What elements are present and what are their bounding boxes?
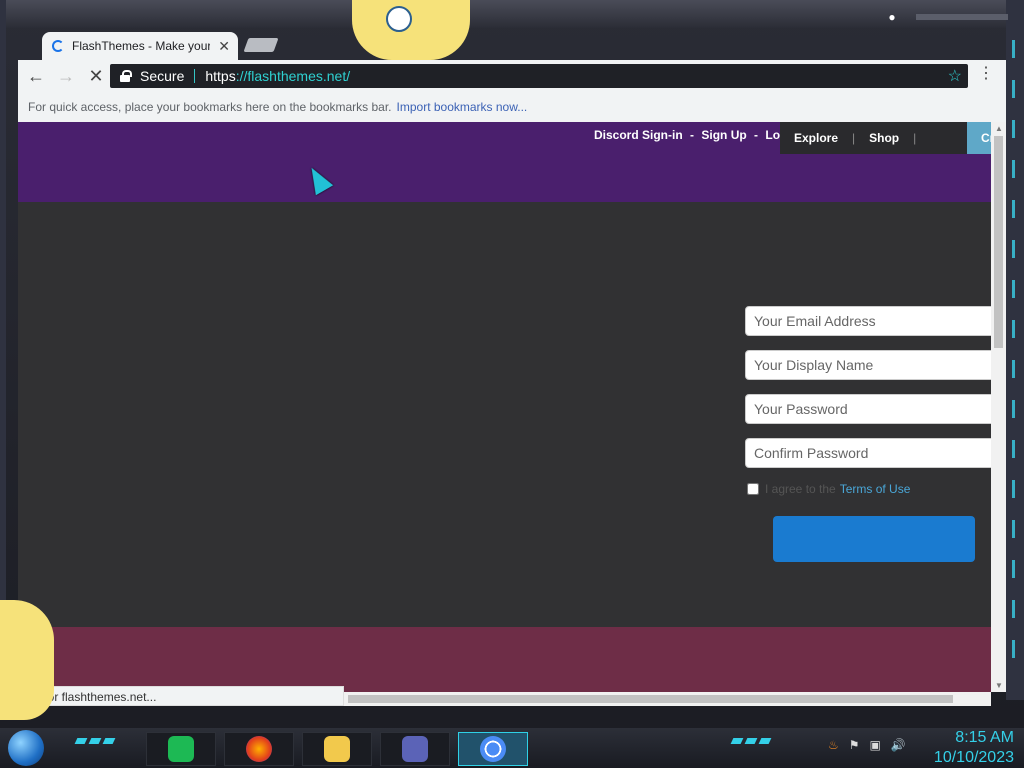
loading-icon: [52, 40, 64, 52]
top-nav: Explore | Shop |: [780, 122, 968, 154]
java-icon[interactable]: ♨: [828, 738, 839, 752]
url-scheme: https: [205, 68, 236, 84]
close-tab-icon[interactable]: ✕: [218, 38, 230, 55]
start-button[interactable]: [8, 730, 44, 766]
nav-separator: |: [913, 131, 917, 145]
forward-button[interactable]: →: [54, 64, 78, 88]
signup-form: I agree to the Terms of Use: [745, 306, 991, 562]
bookmark-star-icon[interactable]: ☆: [948, 66, 962, 86]
window-frame-left: [0, 0, 6, 700]
terms-row: I agree to the Terms of Use: [747, 482, 991, 496]
firefox-icon: [246, 736, 272, 762]
status-bubble: ing for flashthemes.net...: [18, 686, 344, 706]
discord-signin-link[interactable]: Discord Sign-in: [594, 128, 683, 142]
taskbar-app-firefox[interactable]: [224, 732, 294, 766]
hscroll-thumb[interactable]: [348, 695, 953, 703]
footer-band: [18, 627, 991, 692]
clock[interactable]: 8:15 AM 10/10/2023: [934, 728, 1014, 768]
user-profile-icon[interactable]: ●: [882, 10, 902, 26]
email-field[interactable]: [745, 306, 991, 336]
notes-app-icon: [168, 736, 194, 762]
taskbar-app-window[interactable]: [380, 732, 450, 766]
chrome-icon: [480, 736, 506, 762]
window-titlebar: [0, 0, 1024, 28]
url-host: flashthemes.net/: [247, 68, 351, 84]
terms-link[interactable]: Terms of Use: [840, 482, 911, 496]
nav-shop[interactable]: Shop: [855, 131, 913, 145]
web-page: Discord Sign-in - Sign Up - Login Explor…: [18, 122, 991, 692]
taskbar-app-chrome[interactable]: [458, 732, 528, 766]
auth-separator: -: [754, 128, 759, 142]
auth-separator: -: [690, 128, 695, 142]
tab-strip: FlashThemes - Make your ✕: [18, 28, 1006, 60]
network-icon[interactable]: ▣: [870, 738, 881, 752]
password-field[interactable]: [745, 394, 991, 424]
taskbar-decoration: [730, 738, 772, 744]
window-controls[interactable]: [916, 14, 1008, 20]
submit-button[interactable]: [773, 516, 975, 562]
back-button[interactable]: ←: [24, 64, 48, 88]
bookmarks-hint: For quick access, place your bookmarks h…: [28, 100, 392, 114]
character-sticker: [352, 0, 470, 60]
browser-toolbar: ← → ✕ Secure https://flashthemes.net/ ☆ …: [18, 60, 1006, 92]
stop-button[interactable]: ✕: [84, 64, 108, 88]
auth-links: Discord Sign-in - Sign Up - Login: [592, 128, 800, 142]
window-frame-right: [1006, 0, 1024, 700]
browser-tab[interactable]: FlashThemes - Make your ✕: [42, 32, 238, 60]
confirm-password-field[interactable]: [745, 438, 991, 468]
site-header: Discord Sign-in - Sign Up - Login Explor…: [18, 122, 991, 202]
agree-checkbox[interactable]: [747, 483, 759, 495]
folder-icon: [324, 736, 350, 762]
clock-time: 8:15 AM: [955, 729, 1014, 746]
system-tray: ♨ ⚑ ▣ 🔊: [828, 738, 906, 752]
taskbar-app-notes[interactable]: [146, 732, 216, 766]
window-app-icon: [402, 736, 428, 762]
agree-label: I agree to the: [765, 482, 836, 496]
volume-icon[interactable]: 🔊: [891, 738, 906, 752]
new-tab-button[interactable]: [243, 38, 279, 52]
taskbar-app-explorer[interactable]: [302, 732, 372, 766]
scroll-up-icon[interactable]: ▲: [995, 124, 1003, 133]
taskbar-decoration: [74, 738, 116, 744]
vertical-scrollbar[interactable]: ▲ ▼: [991, 122, 1006, 692]
create-button[interactable]: Cr: [967, 122, 991, 154]
separator: [194, 69, 196, 83]
bookmarks-bar: For quick access, place your bookmarks h…: [18, 92, 1006, 122]
import-bookmarks-link[interactable]: Import bookmarks now...: [397, 100, 528, 114]
secure-label: Secure: [140, 68, 185, 84]
address-bar[interactable]: Secure https://flashthemes.net/ ☆: [110, 64, 968, 88]
signup-link[interactable]: Sign Up: [701, 128, 746, 142]
tab-title: FlashThemes - Make your: [72, 39, 211, 53]
url-separator: ://: [235, 68, 248, 84]
menu-icon[interactable]: ⋮: [978, 66, 994, 82]
clock-date: 10/10/2023: [933, 749, 1014, 766]
flag-icon[interactable]: ⚑: [849, 738, 860, 752]
scroll-thumb[interactable]: [994, 136, 1003, 348]
nav-explore[interactable]: Explore: [780, 131, 852, 145]
lock-icon: [120, 70, 132, 82]
scroll-down-icon[interactable]: ▼: [995, 681, 1003, 690]
character-sticker: [0, 600, 54, 720]
display-name-field[interactable]: [745, 350, 991, 380]
taskbar: ♨ ⚑ ▣ 🔊 8:15 AM 10/10/2023: [0, 728, 1024, 768]
